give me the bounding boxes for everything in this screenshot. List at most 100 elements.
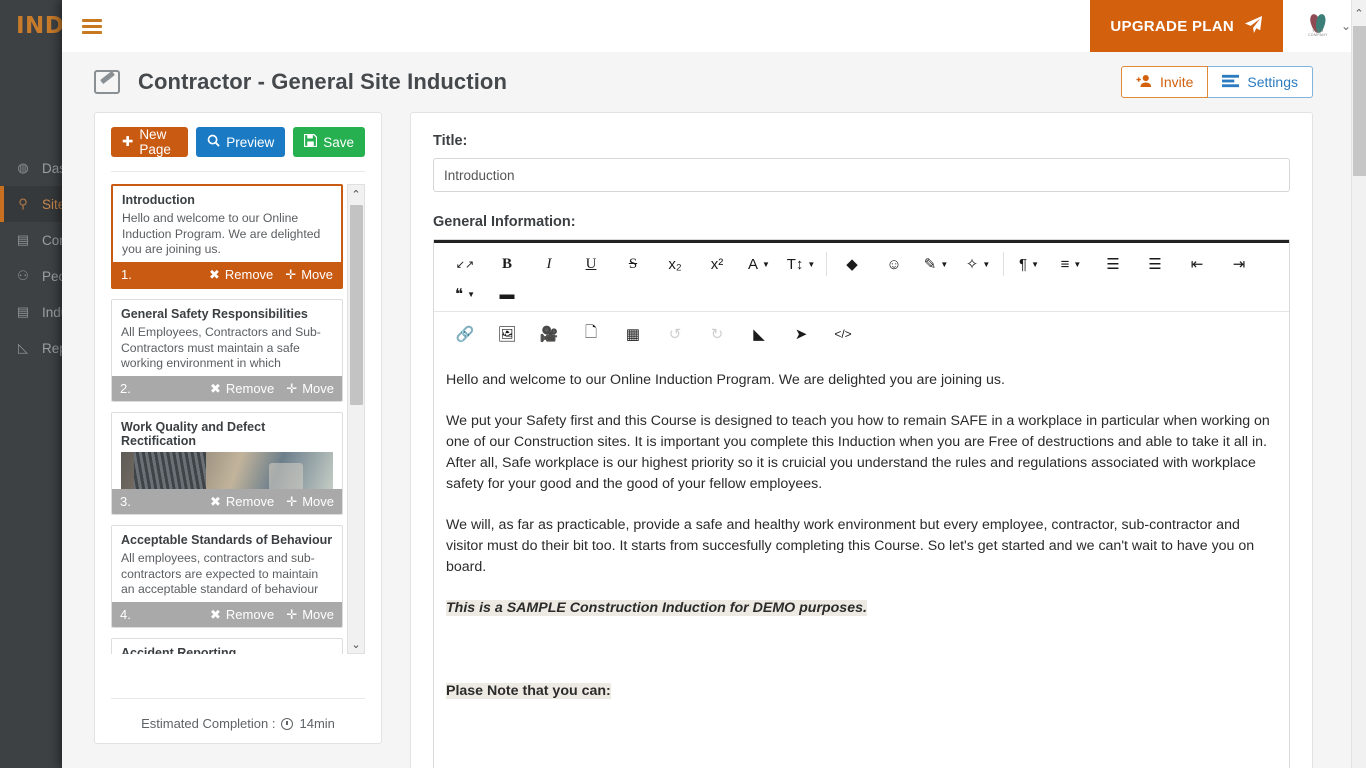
new-page-button[interactable]: ✚ New Page <box>111 127 189 157</box>
page-card-thumbnail <box>121 452 333 489</box>
indent-icon[interactable]: ⇥ <box>1218 249 1260 279</box>
underline-icon[interactable]: U <box>570 249 612 279</box>
edit-pencil-icon <box>94 70 120 94</box>
text-color-icon[interactable]: ◆ <box>831 249 873 279</box>
page-card-number: 4. <box>120 607 131 622</box>
page-card-number: 3. <box>120 494 131 509</box>
code-view-icon[interactable]: </> <box>822 319 864 349</box>
chart-icon: ◺ <box>18 340 28 355</box>
page-card[interactable]: General Safety Responsibilities All Emplo… <box>111 299 343 402</box>
page-list: Introduction Hello and welcome to our Onl… <box>111 184 343 654</box>
move-page-handle[interactable]: ✛ Move <box>286 607 334 623</box>
bold-icon[interactable]: B <box>486 249 528 279</box>
chevron-down-icon: ▼ <box>940 259 949 269</box>
align-icon[interactable]: ≡ ▼ <box>1050 249 1092 279</box>
settings-button[interactable]: Settings <box>1208 66 1313 98</box>
close-icon: ✖ <box>209 380 221 396</box>
scroll-down-icon[interactable]: ⌄ <box>348 635 364 653</box>
remove-label: Remove <box>225 607 275 622</box>
eraser-icon[interactable]: ◣ <box>738 319 780 349</box>
page-card-body: Accident Reporting <box>112 639 342 654</box>
hamburger-menu-icon[interactable] <box>82 18 102 34</box>
insert-video-icon-glyph: 🎥 <box>539 326 559 343</box>
undo-icon: ↺ <box>654 319 696 349</box>
window-scroll-up-icon[interactable]: ⌃ <box>1352 0 1366 26</box>
chevron-down-icon: ▼ <box>762 259 770 269</box>
title-input[interactable] <box>433 158 1290 192</box>
scrollbar-thumb[interactable] <box>350 205 363 405</box>
strikethrough-icon[interactable]: S <box>612 249 654 279</box>
pages-panel: ✚ New Page Preview Save Introduction Hel… <box>94 112 382 744</box>
paragraph-format-icon[interactable]: ¶ ▼ <box>1008 249 1050 279</box>
outdent-icon[interactable]: ⇤ <box>1176 249 1218 279</box>
close-icon: ✖ <box>208 266 220 282</box>
move-page-handle[interactable]: ✛ Move <box>286 494 334 510</box>
page-list-scrollbar[interactable]: ⌃ ⌄ <box>347 184 365 654</box>
quote-icon[interactable]: ❝ ▼ <box>444 279 486 309</box>
remove-page-button[interactable]: ✖ Remove <box>210 494 274 510</box>
horizontal-line-icon[interactable]: ▬ <box>486 279 528 309</box>
map-pin-icon: ⚲ <box>18 196 28 211</box>
font-size-icon[interactable]: T↕ ▼ <box>780 249 822 279</box>
save-button[interactable]: Save <box>293 127 365 157</box>
italic-icon[interactable]: I <box>528 249 570 279</box>
move-page-handle[interactable]: ✛ Move <box>285 267 333 283</box>
remove-label: Remove <box>224 267 274 282</box>
outdent-icon-glyph: ⇤ <box>1190 256 1204 273</box>
page-card-body: Introduction Hello and welcome to our Onl… <box>113 186 341 262</box>
editor-toolbar-row-1: ↙↗ B I U Sx₂ x² A ▼ T↕ ▼ ◆ ☺ ✎ ▼ ✧ ▼ ¶ ▼ ≡ ▼ ☰ ☰ ⇤ ⇥ ❝ ▼ ▬ <box>434 240 1289 311</box>
page-card-title: Accident Reporting <box>121 646 237 654</box>
chevron-down-icon: ▼ <box>807 259 816 269</box>
page-card[interactable]: Work Quality and Defect Rectification 3. ✖… <box>111 412 343 515</box>
background-color-icon[interactable]: ✎ ▼ <box>915 249 957 279</box>
remove-page-button[interactable]: ✖ Remove <box>210 607 274 623</box>
editor-content-body[interactable]: Hello and welcome to our Online Inductio… <box>434 356 1289 768</box>
superscript-icon[interactable]: x² <box>696 249 738 279</box>
scroll-up-icon[interactable]: ⌃ <box>348 185 364 203</box>
estimated-completion-value: 14min <box>299 716 335 731</box>
insert-image-icon[interactable]: 🖼 <box>486 319 528 349</box>
page-card-title: Work Quality and Defect Rectification <box>121 420 266 448</box>
insert-table-icon[interactable]: ▦ <box>612 319 654 349</box>
window-scrollbar[interactable]: ⌃ <box>1351 0 1366 768</box>
floppy-disk-icon <box>304 133 318 150</box>
move-arrows-icon: ✛ <box>285 266 297 282</box>
select-all-icon[interactable]: ➤ <box>780 319 822 349</box>
chevron-down-icon[interactable]: ⌄ <box>1341 19 1351 33</box>
insert-video-icon[interactable]: 🎥 <box>528 319 570 349</box>
page-card-body: General Safety Responsibilities All Emplo… <box>112 300 342 376</box>
title-field-label: Title: <box>433 133 468 149</box>
bold-icon-glyph: B <box>501 255 512 272</box>
toolbar-separator <box>1003 252 1004 276</box>
page-card-number: 2. <box>120 381 131 396</box>
invite-button[interactable]: Invite <box>1120 66 1209 98</box>
upgrade-plan-button[interactable]: UPGRADE PLAN <box>1090 0 1283 52</box>
expand-icon[interactable]: ↙↗ <box>444 249 486 279</box>
subscript-icon[interactable]: x₂ <box>654 249 696 279</box>
font-family-icon[interactable]: A ▼ <box>738 249 780 279</box>
page-card-footer: 2. ✖ Remove ✛ Move <box>112 376 342 401</box>
page-card[interactable]: Accident Reporting5.✖Remove✛Move <box>111 638 343 654</box>
move-page-handle[interactable]: ✛ Move <box>286 381 334 397</box>
customise-line: Customise your Portal with your own bran… <box>446 764 1277 768</box>
emoticon-icon[interactable]: ☺ <box>873 249 915 279</box>
page-card-footer: 1. ✖ Remove ✛ Move <box>113 262 341 287</box>
sample-note-line: This is a SAMPLE Construction Induction … <box>446 598 1277 619</box>
remove-page-button[interactable]: ✖ Remove <box>209 267 273 283</box>
panel-footer-divider <box>111 698 365 699</box>
remove-page-button[interactable]: ✖ Remove <box>210 381 274 397</box>
insert-file-icon[interactable]: 🗋 <box>570 319 612 349</box>
code-view-icon-glyph: </> <box>834 327 852 341</box>
page-card-body: Acceptable Standards of Behaviour All emp… <box>112 526 342 602</box>
ordered-list-icon[interactable]: ☰ <box>1092 249 1134 279</box>
please-note-line: Plase Note that you can: <box>446 681 1277 702</box>
clear-formatting-icon[interactable]: ✧ ▼ <box>957 249 999 279</box>
window-scrollbar-thumb[interactable] <box>1353 26 1366 176</box>
unordered-list-icon[interactable]: ☰ <box>1134 249 1176 279</box>
user-menu[interactable]: YOUR COMPANY ⌄ <box>1302 0 1351 52</box>
page-card[interactable]: Introduction Hello and welcome to our Onl… <box>111 184 343 289</box>
page-card-body: Work Quality and Defect Rectification <box>112 413 342 489</box>
page-card[interactable]: Acceptable Standards of Behaviour All emp… <box>111 525 343 628</box>
preview-button[interactable]: Preview <box>196 127 286 157</box>
insert-link-icon[interactable]: 🔗 <box>444 319 486 349</box>
